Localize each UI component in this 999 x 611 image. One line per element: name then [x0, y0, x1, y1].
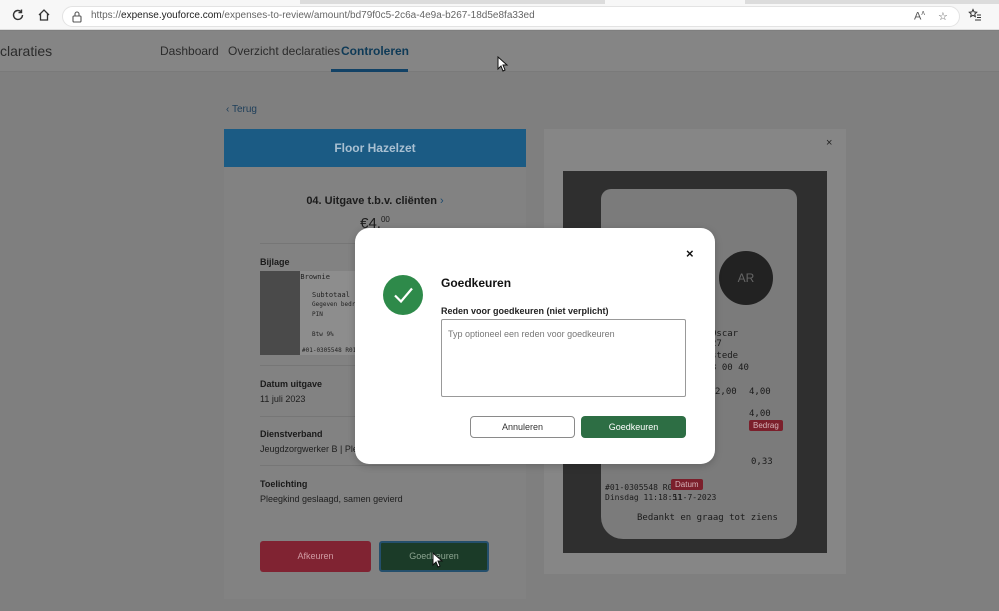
receipt-line: Bedankt en graag tot ziens	[637, 513, 778, 523]
receipt-line: 2,00	[715, 387, 737, 397]
reason-textarea[interactable]	[441, 319, 686, 397]
amount-cents: 00	[380, 215, 390, 224]
category-label: 04. Uitgave t.b.v. cliënten	[306, 195, 437, 207]
notes-value: Pleegkind geslaagd, samen gevierd	[260, 494, 403, 504]
employment-label: Dienstverband	[260, 429, 323, 439]
date-tag: Datum	[671, 479, 703, 490]
close-icon[interactable]: ×	[686, 246, 694, 261]
reason-label: Reden voor goedkeuren (niet verplicht)	[441, 306, 609, 316]
divider	[260, 465, 490, 466]
thumb-line: PIN	[312, 311, 323, 318]
mouse-cursor-icon	[497, 56, 509, 72]
home-icon[interactable]	[36, 8, 52, 24]
receipt-line: stede	[711, 351, 739, 361]
checkmark-icon	[383, 275, 423, 315]
date-value: 11 juli 2023	[260, 394, 306, 404]
store-logo: AR	[719, 251, 773, 305]
tab-strip	[0, 0, 999, 4]
nav-overzicht-declaraties[interactable]: Overzicht declaraties	[228, 44, 340, 58]
chevron-right-icon: ›	[440, 195, 444, 207]
mouse-cursor-icon	[432, 552, 444, 568]
nav-dashboard[interactable]: Dashboard	[160, 44, 219, 58]
receipt-line: Oscar	[711, 329, 739, 339]
active-tab-indicator	[331, 69, 408, 72]
lock-icon[interactable]	[71, 10, 83, 23]
employee-name: Floor Hazelzet	[224, 129, 526, 167]
chevron-left-icon: ‹	[226, 104, 230, 115]
address-bar[interactable]: https://expense.youforce.com/expenses-to…	[62, 6, 960, 27]
cancel-button[interactable]: Annuleren	[470, 416, 575, 438]
back-label: Terug	[231, 104, 257, 115]
favorite-star-icon[interactable]: ☆	[938, 10, 948, 23]
app-brand: claraties	[0, 43, 53, 59]
receipt-line: 11-7-2023	[673, 493, 717, 502]
receipt-line: 4,00	[749, 387, 771, 397]
confirm-approve-button[interactable]: Goedkeuren	[581, 416, 686, 438]
back-link[interactable]: ‹ Terug	[226, 104, 257, 115]
receipt-line: 3 00 40	[711, 363, 749, 373]
favorites-list-icon[interactable]	[967, 8, 983, 24]
receipt-line: 4,00	[749, 409, 771, 419]
thumb-line: Btw 9%	[312, 331, 334, 338]
dialog-title: Goedkeuren	[441, 276, 512, 290]
receipt-line: Dinsdag 11:18:51	[605, 493, 683, 502]
attachment-label: Bijlage	[260, 257, 290, 267]
notes-label: Toelichting	[260, 479, 308, 489]
close-icon[interactable]: ×	[826, 137, 832, 149]
browser-toolbar: https://expense.youforce.com/expenses-to…	[0, 0, 999, 30]
employment-value: Jeugdzorgwerker B | Ple	[260, 444, 358, 454]
date-label: Datum uitgave	[260, 379, 323, 389]
thumb-shadow	[260, 271, 300, 355]
approve-dialog: × Goedkeuren Reden voor goedkeuren (niet…	[355, 228, 715, 464]
receipt-line: 0,33	[751, 457, 773, 467]
refresh-icon[interactable]	[10, 8, 26, 24]
nav-controleren[interactable]: Controleren	[341, 44, 409, 58]
expense-category[interactable]: 04. Uitgave t.b.v. cliënten ›	[224, 195, 526, 207]
reject-button[interactable]: Afkeuren	[260, 541, 371, 572]
url-text[interactable]: https://expense.youforce.com/expenses-to…	[91, 10, 535, 21]
amount-tag: Bedrag	[749, 420, 783, 431]
attachment-thumbnail[interactable]: 2 Brownie Subtotaal Gegeven bedrag PIN B…	[260, 271, 370, 355]
thumb-line: Subtotaal	[312, 291, 350, 299]
read-aloud-icon[interactable]: Aʌ	[914, 10, 925, 23]
